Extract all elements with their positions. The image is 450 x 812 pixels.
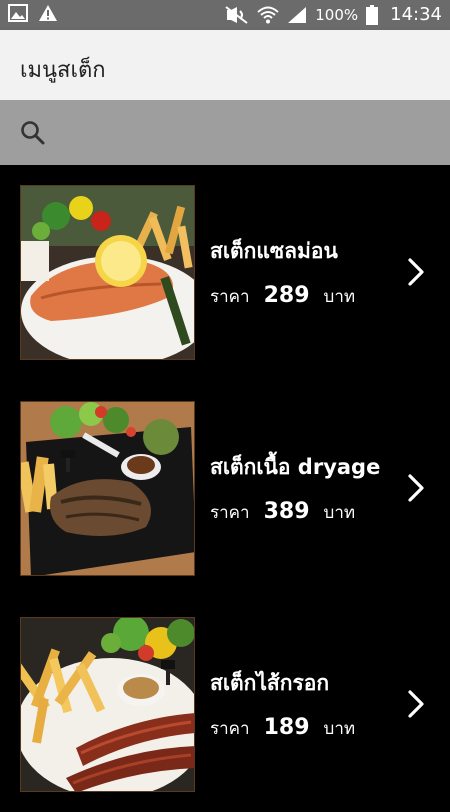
app-bar: เมนูสเต็ก [0,30,450,100]
price-unit: บาท [323,287,356,307]
signal-icon [288,6,307,23]
battery-icon [366,4,379,25]
price-value: 189 [263,715,310,740]
chevron-right-icon[interactable] [405,473,427,503]
mute-icon [225,5,248,24]
gallery-icon [8,4,28,22]
search-input[interactable] [60,114,430,152]
menu-item-sausage-steak[interactable]: สเต็กไส้กรอก ราคา 189 บาท [0,597,450,812]
status-time: 14:34 [390,4,442,25]
price-row: ราคา 389 บาท [210,499,355,526]
price-label: ราคา [210,719,250,739]
salmon-steak-image [20,185,195,360]
menu-item-beef-dryage-steak[interactable]: สเต็กเนื้อ dryage ราคา 389 บาท [0,381,450,596]
price-unit: บาท [323,719,356,739]
menu-item-name: สเต็กไส้กรอก [210,671,330,695]
price-row: ราคา 189 บาท [210,715,355,742]
price-value: 389 [263,499,310,524]
menu-list: สเต็กแซลม่อน ราคา 289 บาท สเต็กเนื้อ dry… [0,165,450,800]
price-label: ราคา [210,503,250,523]
price-value: 289 [263,283,310,308]
warning-icon [39,5,57,21]
search-bar [0,100,450,165]
price-row: ราคา 289 บาท [210,283,355,310]
search-icon[interactable] [20,120,46,146]
menu-item-salmon-steak[interactable]: สเต็กแซลม่อน ราคา 289 บาท [0,165,450,380]
price-label: ราคา [210,287,250,307]
wifi-icon [257,6,279,23]
menu-item-name: สเต็กเนื้อ dryage [210,455,381,479]
menu-item-name: สเต็กแซลม่อน [210,239,338,263]
status-bar: 100% 14:34 [0,0,450,30]
price-unit: บาท [323,503,356,523]
beef-dryage-steak-image [20,401,195,576]
sausage-steak-image [20,617,195,792]
status-left [8,4,58,22]
chevron-right-icon[interactable] [405,257,427,287]
status-right: 100% 14:34 [225,4,442,25]
battery-percent: 100% [315,5,359,24]
page-title: เมนูสเต็ก [20,58,106,83]
chevron-right-icon[interactable] [405,689,427,719]
